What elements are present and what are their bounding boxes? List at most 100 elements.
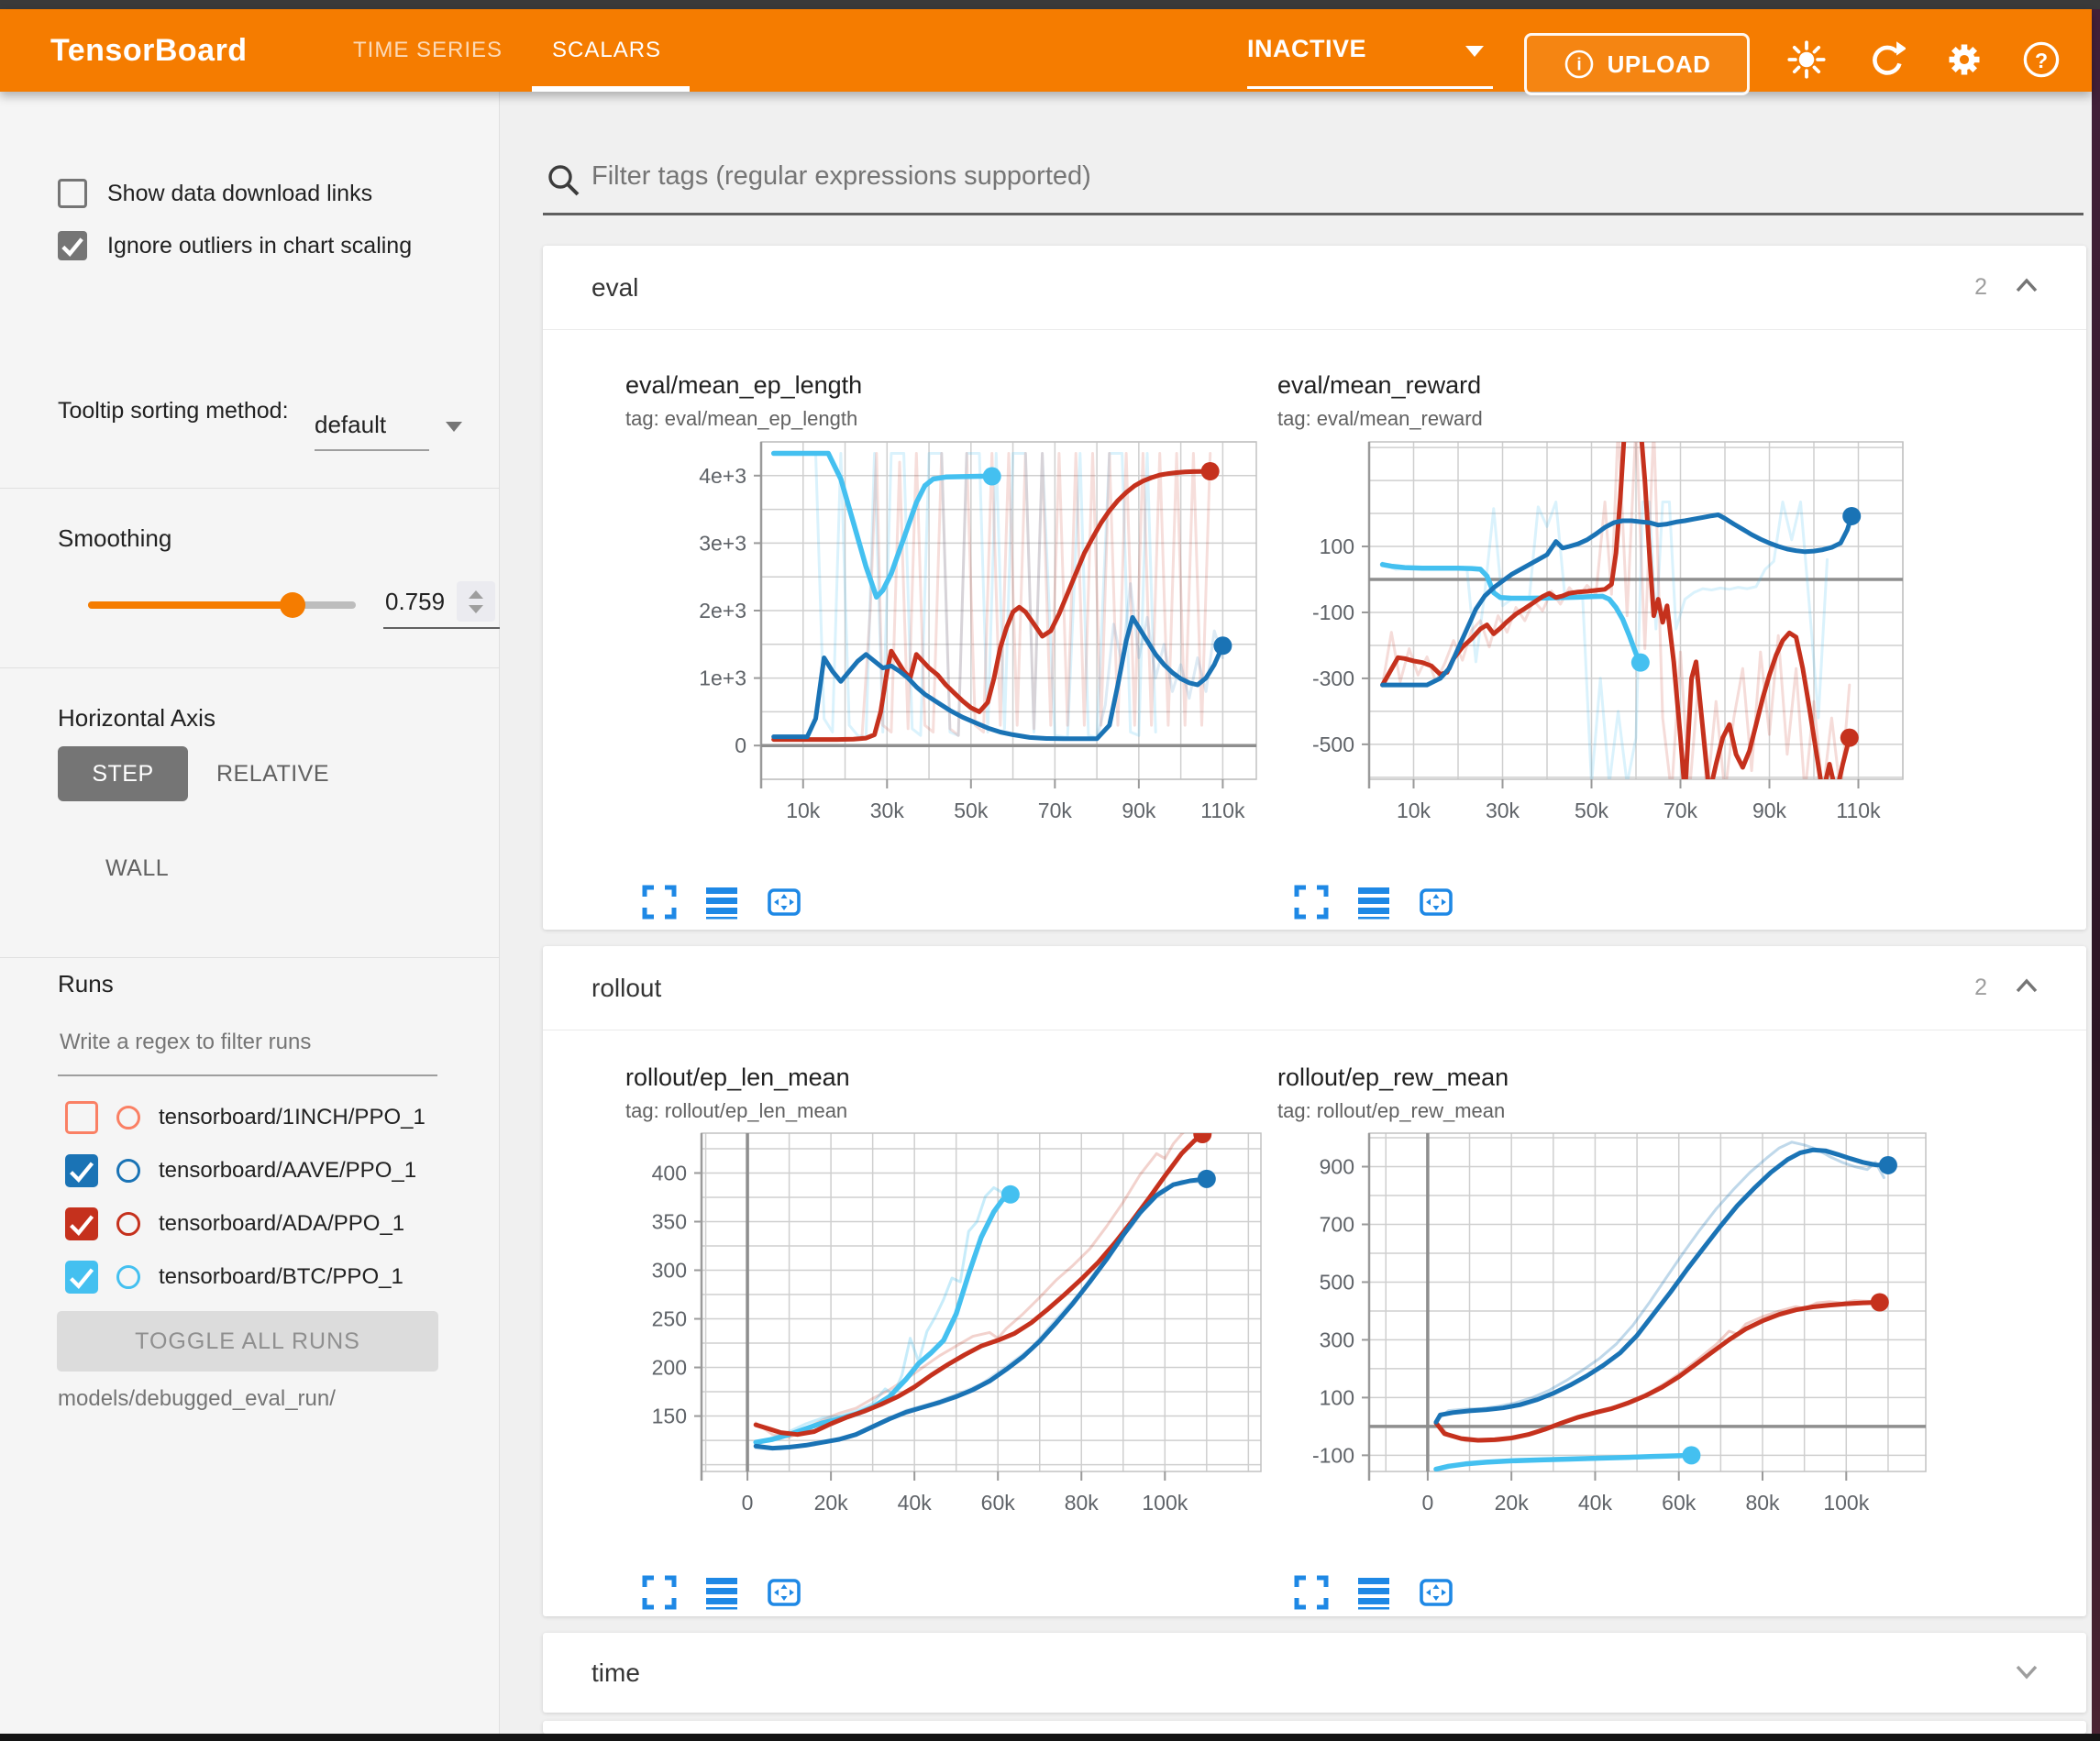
run-filter-input[interactable]	[58, 1029, 441, 1056]
fit-to-data-icon[interactable]	[767, 885, 801, 920]
run-color-swatch[interactable]	[116, 1212, 140, 1236]
fullscreen-icon[interactable]	[642, 1575, 677, 1610]
data-table-icon[interactable]	[704, 885, 739, 920]
toggle-all-runs-button[interactable]: TOGGLE ALL RUNS	[57, 1311, 438, 1372]
section-card-rollout: rollout 2 rollout/ep_len_mean tag: rollo…	[543, 946, 2086, 1616]
filter-tags-input[interactable]	[590, 160, 2061, 193]
settings-gear-icon[interactable]	[1944, 39, 1984, 80]
svg-text:i: i	[1576, 56, 1581, 75]
svg-text:10k: 10k	[786, 799, 821, 822]
stepper-down-icon[interactable]	[469, 605, 483, 613]
run-row[interactable]: tensorboard/ADA/PPO_1	[65, 1207, 404, 1241]
axis-option-wall[interactable]: WALL	[105, 855, 169, 882]
window-bottom-strip	[0, 1734, 2100, 1741]
svg-text:110k: 110k	[1836, 799, 1881, 822]
status-dropdown[interactable]: INACTIVE	[1247, 35, 1493, 63]
run-color-swatch[interactable]	[116, 1159, 140, 1183]
chart-title: rollout/ep_rew_mean	[1277, 1063, 1982, 1092]
app-header: TensorBoard TIME SERIES SCALARS INACTIVE…	[0, 9, 2092, 92]
refresh-icon[interactable]	[1865, 39, 1906, 80]
svg-text:250: 250	[652, 1307, 687, 1331]
svg-text:400: 400	[652, 1161, 687, 1185]
chevron-down-icon	[1465, 46, 1484, 57]
number-stepper[interactable]	[457, 581, 495, 622]
run-checkbox[interactable]	[65, 1207, 98, 1240]
line-chart[interactable]: 10k30k50k70k90k110k01e+32e+33e+34e+3	[596, 431, 1275, 834]
axis-option-relative[interactable]: RELATIVE	[216, 761, 329, 788]
section-header-rollout[interactable]: rollout 2	[543, 946, 2086, 1030]
fullscreen-icon[interactable]	[1294, 1575, 1329, 1610]
svg-text:500: 500	[1320, 1270, 1354, 1294]
line-chart[interactable]: 020k40k60k80k100k-100100300500700900	[1248, 1123, 1982, 1536]
svg-text:150: 150	[652, 1405, 687, 1428]
svg-text:90k: 90k	[1752, 799, 1787, 822]
line-chart[interactable]: 020k40k60k80k100k150200250300350400	[596, 1123, 1275, 1536]
runs-directory-label: models/debugged_eval_run/	[58, 1386, 336, 1412]
run-checkbox[interactable]	[65, 1261, 98, 1294]
data-table-icon[interactable]	[704, 1575, 739, 1610]
chevron-down-icon[interactable]	[2015, 1664, 2039, 1680]
svg-text:100k: 100k	[1142, 1491, 1188, 1515]
smoothing-slider[interactable]	[88, 601, 356, 609]
run-label: tensorboard/ADA/PPO_1	[159, 1211, 404, 1237]
divider	[0, 667, 499, 668]
section-count-badge: 2	[1974, 274, 1987, 301]
brightness-icon[interactable]	[1786, 39, 1827, 80]
section-name: rollout	[591, 974, 661, 1003]
line-chart[interactable]: 10k30k50k70k90k110k100-100-300-500	[1248, 431, 1982, 834]
svg-text:300: 300	[652, 1259, 687, 1283]
data-table-icon[interactable]	[1356, 885, 1391, 920]
chart-title: eval/mean_reward	[1277, 371, 1982, 400]
ignore-outliers-row[interactable]: Ignore outliers in chart scaling	[58, 231, 412, 260]
input-underline	[383, 627, 514, 629]
fullscreen-icon[interactable]	[642, 885, 677, 920]
desktop-edge-strip	[2092, 9, 2100, 1741]
svg-text:30k: 30k	[870, 799, 905, 822]
svg-text:?: ?	[2035, 49, 2048, 72]
section-header-time[interactable]: time	[543, 1633, 2086, 1713]
checkbox-unchecked[interactable]	[58, 179, 87, 208]
svg-text:80k: 80k	[1745, 1491, 1780, 1515]
filter-tags-row	[546, 160, 2086, 215]
fit-to-data-icon[interactable]	[767, 1575, 801, 1610]
svg-text:0: 0	[735, 733, 746, 757]
axis-option-step[interactable]: STEP	[58, 746, 188, 801]
chevron-down-icon[interactable]	[446, 422, 462, 432]
svg-text:60k: 60k	[981, 1491, 1016, 1515]
dropdown-underline	[315, 449, 429, 451]
stepper-up-icon[interactable]	[469, 590, 483, 599]
run-checkbox[interactable]	[65, 1154, 98, 1187]
checkbox-checked[interactable]	[58, 231, 87, 260]
section-card-partial	[543, 1721, 2086, 1734]
run-label: tensorboard/AAVE/PPO_1	[159, 1158, 416, 1184]
chart-tag: tag: eval/mean_ep_length	[625, 407, 1247, 431]
svg-text:70k: 70k	[1038, 799, 1073, 822]
show-download-links-row[interactable]: Show data download links	[58, 179, 372, 208]
fullscreen-icon[interactable]	[1294, 885, 1329, 920]
data-table-icon[interactable]	[1356, 1575, 1391, 1610]
active-tab-underline	[532, 86, 690, 92]
run-checkbox[interactable]	[65, 1101, 98, 1134]
smoothing-value-input[interactable]	[383, 587, 457, 617]
svg-text:90k: 90k	[1122, 799, 1156, 822]
run-row[interactable]: tensorboard/1INCH/PPO_1	[65, 1100, 426, 1135]
fit-to-data-icon[interactable]	[1419, 885, 1453, 920]
tab-scalars[interactable]: SCALARS	[552, 9, 661, 92]
run-color-swatch[interactable]	[116, 1106, 140, 1129]
run-row[interactable]: tensorboard/BTC/PPO_1	[65, 1260, 403, 1295]
section-header-eval[interactable]: eval 2	[543, 246, 2086, 330]
slider-thumb[interactable]	[280, 592, 305, 618]
chevron-up-icon[interactable]	[2015, 977, 2039, 994]
help-icon[interactable]: ?	[2021, 39, 2061, 80]
chart-toolbar	[642, 885, 801, 920]
svg-text:700: 700	[1320, 1212, 1354, 1236]
tab-time-series[interactable]: TIME SERIES	[353, 9, 503, 92]
run-row[interactable]: tensorboard/AAVE/PPO_1	[65, 1153, 416, 1188]
run-color-swatch[interactable]	[116, 1265, 140, 1289]
upload-button[interactable]: i UPLOAD	[1524, 33, 1750, 95]
chevron-up-icon[interactable]	[2015, 277, 2039, 293]
svg-text:4e+3: 4e+3	[699, 464, 746, 488]
svg-text:3e+3: 3e+3	[699, 531, 746, 555]
tooltip-sorting-dropdown[interactable]: default	[315, 411, 386, 439]
fit-to-data-icon[interactable]	[1419, 1575, 1453, 1610]
